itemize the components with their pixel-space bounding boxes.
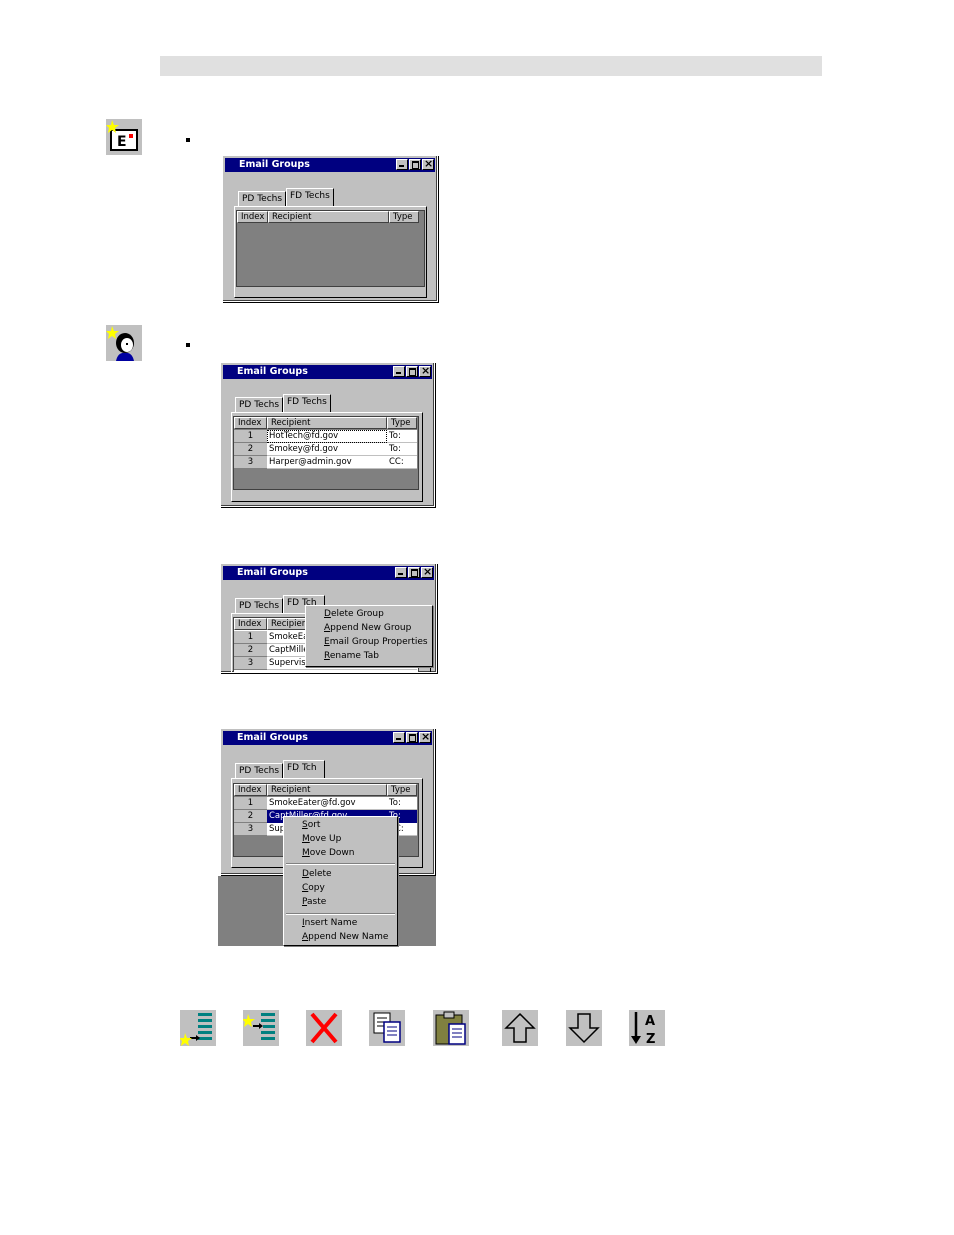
minimize-icon[interactable] xyxy=(393,366,405,377)
tab-context-menu: Delete Group Append New Group Email Grou… xyxy=(305,605,433,667)
close-icon[interactable] xyxy=(419,730,431,743)
minimize-icon[interactable] xyxy=(396,159,408,170)
table-cell-type[interactable]: To: xyxy=(387,443,417,456)
menu-item-append-new-group[interactable]: Append New Group xyxy=(324,623,411,633)
column-header-recipient[interactable]: Recipient xyxy=(268,211,389,223)
table-row-index: 2 xyxy=(234,644,267,657)
menu-item-rename-tab[interactable]: Rename Tab xyxy=(324,651,379,661)
table-cell-recipient[interactable]: HotTech@fd.gov xyxy=(267,430,387,443)
table-cell-type[interactable]: To: xyxy=(387,797,417,810)
recipient-person-icon xyxy=(106,325,142,361)
maximize-icon[interactable] xyxy=(409,159,421,170)
recipient-grid[interactable]: Index Recipient Type 1 HotTech@fd.gov To… xyxy=(233,416,419,490)
menu-separator xyxy=(286,863,395,865)
column-header-recipient[interactable]: Recipient xyxy=(267,784,387,796)
menu-item-delete-group[interactable]: Delete Group xyxy=(324,609,384,619)
menu-separator xyxy=(286,913,395,915)
tab-pd-techs[interactable]: PD Techs xyxy=(235,763,284,778)
table-row-index: 1 xyxy=(234,430,267,443)
table-row-index: 1 xyxy=(234,797,267,810)
menu-item-move-down[interactable]: Move Down xyxy=(302,848,355,858)
minimize-icon[interactable] xyxy=(395,567,407,578)
svg-text:Z: Z xyxy=(646,1032,655,1046)
menu-item-append-new-name[interactable]: Append New Name xyxy=(302,932,388,942)
tab-pd-techs[interactable]: PD Techs xyxy=(235,397,284,412)
table-row-index: 3 xyxy=(234,823,267,836)
email-groups-window-empty: Email Groups PD Techs FD Techs Index Rec… xyxy=(222,155,438,302)
table-row-index: 2 xyxy=(234,810,267,823)
table-cell-recipient[interactable]: Harper@admin.gov xyxy=(267,456,387,469)
table-cell-type[interactable]: CC: xyxy=(387,456,417,469)
close-icon[interactable] xyxy=(419,364,431,377)
tab-pd-techs[interactable]: PD Techs xyxy=(235,598,284,613)
column-header-index[interactable]: Index xyxy=(234,618,267,630)
close-icon[interactable] xyxy=(421,565,433,578)
column-header-index[interactable]: Index xyxy=(234,784,267,796)
column-header-type[interactable]: Type xyxy=(389,211,419,223)
tab-pd-techs[interactable]: PD Techs xyxy=(238,191,287,206)
email-groups-window-filled: Email Groups PD Techs FD Techs Index Rec… xyxy=(220,362,435,507)
menu-item-move-up[interactable]: Move Up xyxy=(302,834,341,844)
table-row-index: 2 xyxy=(234,443,267,456)
insert-name-icon[interactable] xyxy=(243,1010,279,1046)
menu-item-paste[interactable]: Paste xyxy=(302,897,326,907)
table-row-index: 1 xyxy=(234,631,267,644)
move-up-icon[interactable] xyxy=(502,1010,538,1046)
maximize-icon[interactable] xyxy=(406,732,418,743)
recipient-grid[interactable]: Index Recipient Type xyxy=(236,210,425,287)
append-name-icon[interactable] xyxy=(180,1010,216,1046)
menu-item-delete[interactable]: Delete xyxy=(302,869,332,879)
table-cell-recipient[interactable]: SmokeEater@fd.gov xyxy=(267,797,387,810)
column-header-index[interactable]: Index xyxy=(237,211,268,223)
column-header-index[interactable]: Index xyxy=(234,417,267,429)
maximize-icon[interactable] xyxy=(408,567,420,578)
tab-fd-tch[interactable]: FD Tch xyxy=(283,760,325,778)
grid-context-menu: Sort Move Up Move Down Delete Copy Paste… xyxy=(283,816,398,946)
close-icon[interactable] xyxy=(422,157,434,170)
paste-icon[interactable] xyxy=(433,1010,469,1046)
email-groups-window-tab-menu: Email Groups PD Techs FD Tch Index Recip… xyxy=(220,563,437,673)
tab-fd-techs[interactable]: FD Techs xyxy=(286,188,334,206)
bullet xyxy=(186,138,190,142)
delete-icon[interactable] xyxy=(306,1010,342,1046)
header-bar xyxy=(160,56,822,76)
minimize-icon[interactable] xyxy=(393,732,405,743)
email-group-icon: E xyxy=(106,119,142,155)
bullet xyxy=(186,343,190,347)
table-row-index: 3 xyxy=(234,456,267,469)
column-header-recipient[interactable]: Recipient xyxy=(267,417,387,429)
sort-icon[interactable]: A Z xyxy=(629,1010,665,1046)
table-cell-recipient[interactable]: Smokey@fd.gov xyxy=(267,443,387,456)
tab-fd-techs[interactable]: FD Techs xyxy=(283,394,331,412)
menu-item-email-group-properties[interactable]: Email Group Properties xyxy=(324,637,428,647)
column-header-type[interactable]: Type xyxy=(387,784,417,796)
table-cell-type[interactable]: To: xyxy=(387,430,417,443)
menu-item-sort[interactable]: Sort xyxy=(302,820,320,830)
svg-text:E: E xyxy=(117,134,127,150)
copy-icon[interactable] xyxy=(369,1010,405,1046)
move-down-icon[interactable] xyxy=(566,1010,602,1046)
menu-item-insert-name[interactable]: Insert Name xyxy=(302,918,357,928)
column-header-type[interactable]: Type xyxy=(387,417,417,429)
svg-text:A: A xyxy=(645,1014,655,1029)
menu-item-copy[interactable]: Copy xyxy=(302,883,325,893)
maximize-icon[interactable] xyxy=(406,366,418,377)
table-row-index: 3 xyxy=(234,657,267,670)
